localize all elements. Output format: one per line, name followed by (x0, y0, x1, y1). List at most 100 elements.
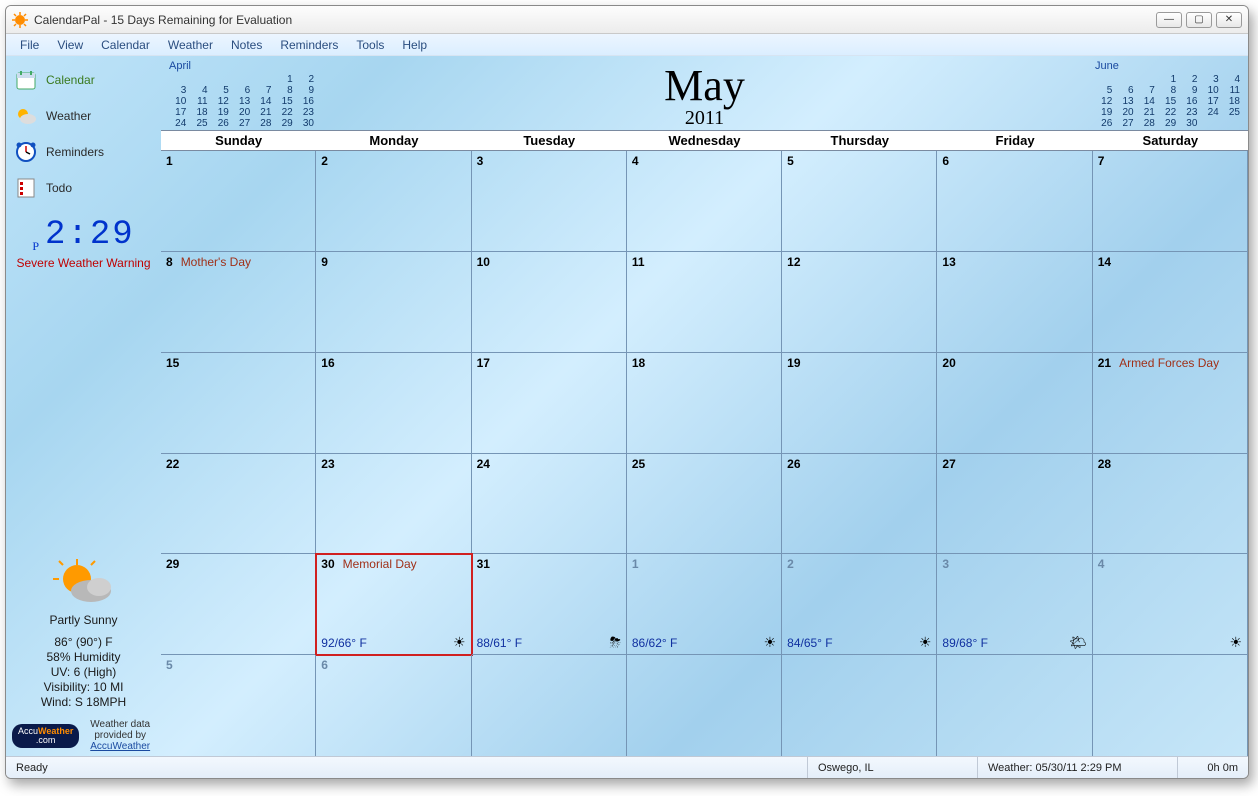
calendar-cell[interactable]: 7 (1093, 151, 1248, 252)
mini-day[interactable]: 29 (1159, 118, 1176, 129)
mini-day[interactable]: 27 (1116, 118, 1133, 129)
calendar-cell[interactable]: 18 (627, 353, 782, 454)
maximize-button[interactable]: ▢ (1186, 12, 1212, 28)
mini-day[interactable]: 29 (275, 118, 292, 129)
mini-day[interactable]: 12 (212, 96, 229, 107)
mini-day[interactable]: 15 (1159, 96, 1176, 107)
mini-day[interactable]: 20 (233, 107, 250, 118)
mini-day[interactable] (1116, 74, 1133, 85)
mini-day[interactable]: 6 (1116, 85, 1133, 96)
calendar-cell[interactable]: 10 (472, 252, 627, 353)
mini-day[interactable]: 21 (254, 107, 271, 118)
calendar-cell[interactable]: 2 (316, 151, 471, 252)
mini-day[interactable]: 2 (297, 74, 314, 85)
accuweather-link[interactable]: AccuWeather (90, 741, 150, 752)
calendar-cell[interactable]: 5 (161, 655, 316, 756)
mini-day[interactable]: 27 (233, 118, 250, 129)
calendar-cell[interactable]: 20 (937, 353, 1092, 454)
mini-day[interactable]: 24 (1201, 107, 1218, 118)
mini-day[interactable]: 30 (297, 118, 314, 129)
mini-day[interactable]: 16 (1180, 96, 1197, 107)
mini-day[interactable]: 5 (1095, 85, 1112, 96)
sidebar-item-reminders[interactable]: Reminders (12, 134, 155, 170)
calendar-cell[interactable]: 186/62° F☀ (627, 554, 782, 655)
menu-view[interactable]: View (49, 36, 91, 54)
sidebar-item-weather[interactable]: Weather (12, 98, 155, 134)
menu-tools[interactable]: Tools (348, 36, 392, 54)
mini-day[interactable]: 22 (275, 107, 292, 118)
calendar-cell[interactable]: 26 (782, 454, 937, 555)
calendar-cell[interactable]: 15 (161, 353, 316, 454)
mini-day[interactable] (1095, 74, 1112, 85)
mini-day[interactable]: 23 (297, 107, 314, 118)
calendar-cell[interactable]: 6 (316, 655, 471, 756)
mini-day[interactable]: 8 (1159, 85, 1176, 96)
mini-day[interactable]: 1 (275, 74, 292, 85)
mini-day[interactable]: 1 (1159, 74, 1176, 85)
calendar-cell[interactable] (937, 655, 1092, 756)
calendar-cell[interactable] (1093, 655, 1248, 756)
calendar-cell[interactable]: 11 (627, 252, 782, 353)
menu-file[interactable]: File (12, 36, 47, 54)
mini-day[interactable]: 17 (1201, 96, 1218, 107)
calendar-cell[interactable]: 19 (782, 353, 937, 454)
mini-day[interactable]: 18 (190, 107, 207, 118)
mini-day[interactable]: 3 (169, 85, 186, 96)
calendar-cell[interactable]: 28 (1093, 454, 1248, 555)
mini-day[interactable]: 26 (1095, 118, 1112, 129)
mini-day[interactable]: 24 (169, 118, 186, 129)
close-button[interactable]: ✕ (1216, 12, 1242, 28)
calendar-cell[interactable]: 23 (316, 454, 471, 555)
mini-day[interactable]: 19 (1095, 107, 1112, 118)
mini-calendar-next[interactable]: June 12345678910111213141516171819202122… (1095, 60, 1240, 129)
minimize-button[interactable]: — (1156, 12, 1182, 28)
calendar-cell[interactable]: 389/68° F🌤 (937, 554, 1092, 655)
calendar-cell[interactable]: 13 (937, 252, 1092, 353)
calendar-cell[interactable]: 24 (472, 454, 627, 555)
mini-day[interactable]: 17 (169, 107, 186, 118)
mini-day[interactable]: 13 (1116, 96, 1133, 107)
mini-day[interactable]: 26 (212, 118, 229, 129)
calendar-cell[interactable]: 4☀ (1093, 554, 1248, 655)
mini-day[interactable]: 8 (275, 85, 292, 96)
menu-calendar[interactable]: Calendar (93, 36, 158, 54)
mini-day[interactable]: 11 (190, 96, 207, 107)
mini-day[interactable]: 14 (1138, 96, 1155, 107)
mini-day[interactable]: 7 (1138, 85, 1155, 96)
calendar-cell[interactable]: 4 (627, 151, 782, 252)
menu-reminders[interactable]: Reminders (272, 36, 346, 54)
mini-day[interactable]: 11 (1223, 85, 1240, 96)
calendar-cell[interactable]: 9 (316, 252, 471, 353)
mini-day[interactable]: 20 (1116, 107, 1133, 118)
mini-day[interactable]: 10 (1201, 85, 1218, 96)
mini-day[interactable] (254, 74, 271, 85)
mini-day[interactable]: 18 (1223, 96, 1240, 107)
mini-day[interactable]: 28 (1138, 118, 1155, 129)
mini-day[interactable]: 6 (233, 85, 250, 96)
calendar-cell[interactable]: 6 (937, 151, 1092, 252)
calendar-cell[interactable]: 25 (627, 454, 782, 555)
mini-day[interactable]: 22 (1159, 107, 1176, 118)
mini-day[interactable]: 10 (169, 96, 186, 107)
mini-day[interactable]: 9 (297, 85, 314, 96)
calendar-cell[interactable]: 3 (472, 151, 627, 252)
mini-day[interactable]: 28 (254, 118, 271, 129)
menu-notes[interactable]: Notes (223, 36, 270, 54)
mini-day[interactable]: 30 (1180, 118, 1197, 129)
weather-warning[interactable]: Severe Weather Warning (12, 256, 155, 270)
mini-day[interactable]: 23 (1180, 107, 1197, 118)
calendar-cell[interactable]: 3188/61° F⛈ (472, 554, 627, 655)
calendar-cell[interactable]: 17 (472, 353, 627, 454)
calendar-cell[interactable]: 1 (161, 151, 316, 252)
calendar-cell[interactable]: 14 (1093, 252, 1248, 353)
mini-day[interactable] (212, 74, 229, 85)
calendar-cell[interactable] (627, 655, 782, 756)
mini-day[interactable]: 25 (1223, 107, 1240, 118)
titlebar[interactable]: CalendarPal - 15 Days Remaining for Eval… (6, 6, 1248, 34)
mini-day[interactable]: 16 (297, 96, 314, 107)
calendar-cell[interactable] (472, 655, 627, 756)
calendar-cell[interactable]: 16 (316, 353, 471, 454)
mini-day[interactable] (190, 74, 207, 85)
calendar-cell[interactable]: 30Memorial Day92/66° F☀ (316, 554, 471, 655)
calendar-cell[interactable]: 29 (161, 554, 316, 655)
